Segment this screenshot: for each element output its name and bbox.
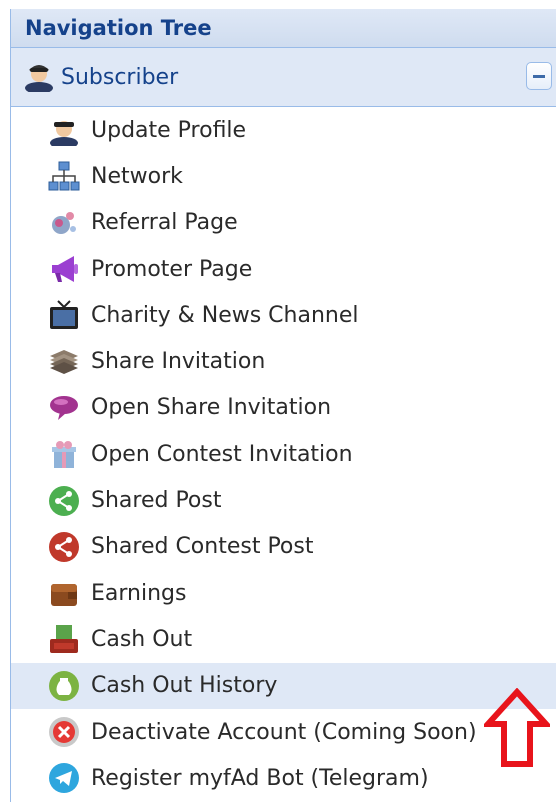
nav-item-update-profile[interactable]: Update Profile — [11, 107, 556, 153]
nav-item-label: Cash Out History — [91, 673, 278, 699]
deactivate-icon — [47, 715, 81, 749]
network-icon — [47, 159, 81, 193]
invitation-icon — [47, 345, 81, 379]
nav-item-label: Earnings — [91, 580, 187, 606]
share-red-icon — [47, 530, 81, 564]
telegram-icon — [47, 761, 81, 795]
nav-item-register-bot[interactable]: Register myfAd Bot (Telegram) — [11, 755, 556, 801]
minus-icon — [533, 74, 545, 78]
item-list: Update Profile Network Referral Page Pro… — [11, 107, 556, 801]
nav-item-label: Shared Post — [91, 488, 222, 514]
tv-icon — [47, 298, 81, 332]
money-bag-icon — [47, 669, 81, 703]
nav-item-cash-out-history[interactable]: Cash Out History — [11, 662, 556, 709]
nav-item-shared-post[interactable]: Shared Post — [11, 477, 556, 523]
nav-item-open-contest-invitation[interactable]: Open Contest Invitation — [11, 431, 556, 477]
nav-item-promoter-page[interactable]: Promoter Page — [11, 246, 556, 292]
up-arrow-icon — [481, 687, 553, 772]
nav-item-label: Share Invitation — [91, 349, 266, 375]
nav-item-label: Open Share Invitation — [91, 395, 332, 421]
nav-item-label: Shared Contest Post — [91, 534, 314, 560]
speech-bubble-icon — [47, 391, 81, 425]
nav-item-label: Deactivate Account (Coming Soon) — [91, 719, 477, 745]
cash-icon — [47, 622, 81, 656]
nav-item-label: Open Contest Invitation — [91, 441, 353, 467]
group-label: Subscriber — [61, 64, 179, 90]
nav-item-share-invitation[interactable]: Share Invitation — [11, 338, 556, 384]
share-green-icon — [47, 484, 81, 518]
collapse-button[interactable] — [526, 62, 552, 90]
group-header-subscriber[interactable]: Subscriber — [11, 48, 556, 107]
megaphone-icon — [47, 252, 81, 286]
nav-item-open-share-invitation[interactable]: Open Share Invitation — [11, 385, 556, 431]
nav-item-shared-contest-post[interactable]: Shared Contest Post — [11, 524, 556, 570]
nav-item-label: Cash Out — [91, 626, 193, 652]
nav-item-label: Update Profile — [91, 117, 247, 143]
gift-icon — [47, 437, 81, 471]
panel-title: Navigation Tree — [11, 9, 556, 48]
nav-item-label: Charity & News Channel — [91, 302, 359, 328]
referral-icon — [47, 206, 81, 240]
nav-item-label: Network — [91, 163, 183, 189]
nav-item-referral-page[interactable]: Referral Page — [11, 200, 556, 246]
wallet-icon — [47, 576, 81, 610]
nav-item-cash-out[interactable]: Cash Out — [11, 616, 556, 662]
nav-item-label: Promoter Page — [91, 256, 253, 282]
nav-item-earnings[interactable]: Earnings — [11, 570, 556, 616]
nav-item-network[interactable]: Network — [11, 153, 556, 199]
nav-item-charity-news-channel[interactable]: Charity & News Channel — [11, 292, 556, 338]
nav-item-label: Register myfAd Bot (Telegram) — [91, 765, 429, 791]
navigation-panel: Navigation Tree Subscriber Update Profil… — [10, 9, 556, 802]
nav-item-deactivate-account[interactable]: Deactivate Account (Coming Soon) — [11, 709, 556, 755]
person-icon — [47, 113, 81, 147]
person-icon — [23, 58, 55, 96]
nav-item-label: Referral Page — [91, 210, 238, 236]
